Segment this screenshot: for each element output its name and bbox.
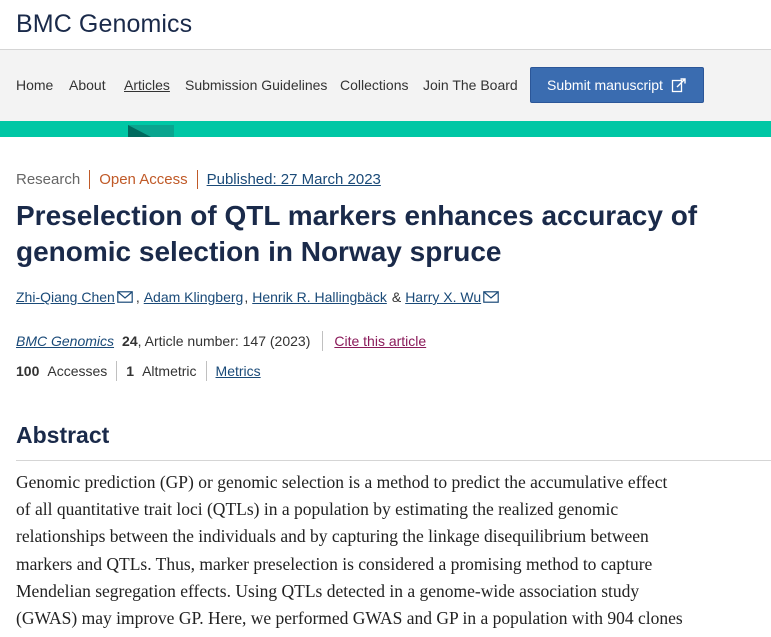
meta-divider bbox=[196, 170, 198, 189]
site-header: BMC Genomics bbox=[0, 0, 771, 50]
nav-join-the-board[interactable]: Join The Board bbox=[423, 77, 518, 93]
author-link[interactable]: Henrik R. Hallingbäck bbox=[252, 289, 387, 305]
abstract-line: Mendelian segregation effects. Using QTL… bbox=[16, 580, 640, 601]
article-type: Research bbox=[16, 171, 81, 188]
abstract-line: markers and QTLs. Thus, marker preselect… bbox=[16, 553, 653, 574]
abstract-heading: Abstract bbox=[16, 422, 110, 448]
journal-link[interactable]: BMC Genomics bbox=[16, 333, 114, 349]
author-separator: & bbox=[391, 289, 402, 305]
submit-manuscript-label: Submit manuscript bbox=[547, 77, 663, 93]
accent-stripe bbox=[0, 121, 771, 137]
article-title: Preselection of QTL markers enhances acc… bbox=[16, 200, 698, 267]
nav-home[interactable]: Home bbox=[16, 77, 53, 93]
metrics-divider bbox=[116, 361, 118, 381]
article-number: , Article number: 147 (2023) bbox=[137, 333, 311, 349]
abstract-body: Genomic prediction (GP) or genomic selec… bbox=[16, 469, 761, 632]
nav-articles[interactable]: Articles bbox=[124, 77, 170, 93]
citation-divider bbox=[322, 331, 324, 351]
abstract-line: (GWAS) may improve GP. Here, we performe… bbox=[16, 608, 683, 629]
altmetric-label: Altmetric bbox=[142, 363, 197, 379]
volume-number: 24 bbox=[122, 333, 138, 349]
nav-about[interactable]: About bbox=[69, 77, 106, 93]
metrics-link[interactable]: Metrics bbox=[216, 363, 261, 379]
author-link[interactable]: Adam Klingberg bbox=[144, 289, 244, 305]
external-link-icon bbox=[671, 77, 687, 93]
article-metrics: 100 Accesses 1 Altmetric Metrics bbox=[16, 361, 261, 381]
accesses-label: Accesses bbox=[47, 363, 108, 379]
cite-this-article-link[interactable]: Cite this article bbox=[334, 333, 426, 349]
citation-line: BMC Genomics 24 , Article number: 147 (2… bbox=[16, 331, 426, 351]
abstract-line: of all quantitative trait loci (QTLs) in… bbox=[16, 499, 619, 520]
metrics-divider bbox=[205, 361, 207, 381]
accesses-count: 100 bbox=[16, 363, 40, 379]
author-link[interactable]: Zhi-Qiang Chen bbox=[16, 289, 115, 305]
article-meta: Research Open Access Published: 27 March… bbox=[16, 170, 381, 189]
accent-notch-triangle bbox=[128, 125, 151, 137]
envelope-icon[interactable] bbox=[117, 291, 133, 303]
abstract-line: relationships between the individuals an… bbox=[16, 526, 649, 547]
abstract-line: Genomic prediction (GP) or genomic selec… bbox=[16, 472, 668, 492]
meta-divider bbox=[89, 170, 91, 189]
altmetric-count: 1 bbox=[126, 363, 135, 379]
author-list: Zhi-Qiang Chen , Adam Klingberg , Henrik… bbox=[16, 289, 501, 305]
author-separator: , bbox=[135, 289, 140, 305]
abstract-divider bbox=[16, 460, 771, 461]
open-access-badge: Open Access bbox=[99, 171, 188, 188]
journal-logo-title[interactable]: BMC Genomics bbox=[16, 10, 192, 39]
nav-collections[interactable]: Collections bbox=[340, 77, 408, 93]
nav-submission-guidelines[interactable]: Submission Guidelines bbox=[185, 77, 327, 93]
author-link[interactable]: Harry X. Wu bbox=[405, 289, 481, 305]
envelope-icon[interactable] bbox=[483, 291, 499, 303]
author-separator: , bbox=[244, 289, 249, 305]
published-date-link[interactable]: Published: 27 March 2023 bbox=[207, 171, 381, 188]
submit-manuscript-button[interactable]: Submit manuscript bbox=[530, 67, 704, 103]
main-nav: Home About Articles Submission Guideline… bbox=[0, 50, 771, 121]
